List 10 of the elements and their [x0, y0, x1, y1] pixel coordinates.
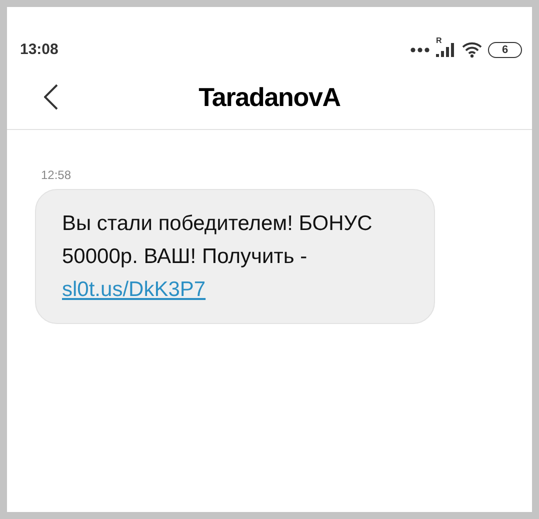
message-link[interactable]: sl0t.us/DkK3P7 — [62, 278, 206, 301]
roaming-mark: R — [436, 37, 442, 45]
message-text: Вы стали победителем! БОНУС 50000р. ВАШ! Получить - sl0t.us/DkK3P7 — [62, 211, 374, 303]
message-time: 12:58 — [41, 167, 72, 184]
contact-name: TaradanovA — [198, 80, 340, 114]
wifi-icon — [462, 42, 482, 58]
signal-icon — [436, 43, 456, 57]
battery-indicator: 6 — [488, 42, 522, 58]
status-time: 13:08 — [20, 40, 58, 60]
more-dots-icon — [410, 47, 430, 53]
